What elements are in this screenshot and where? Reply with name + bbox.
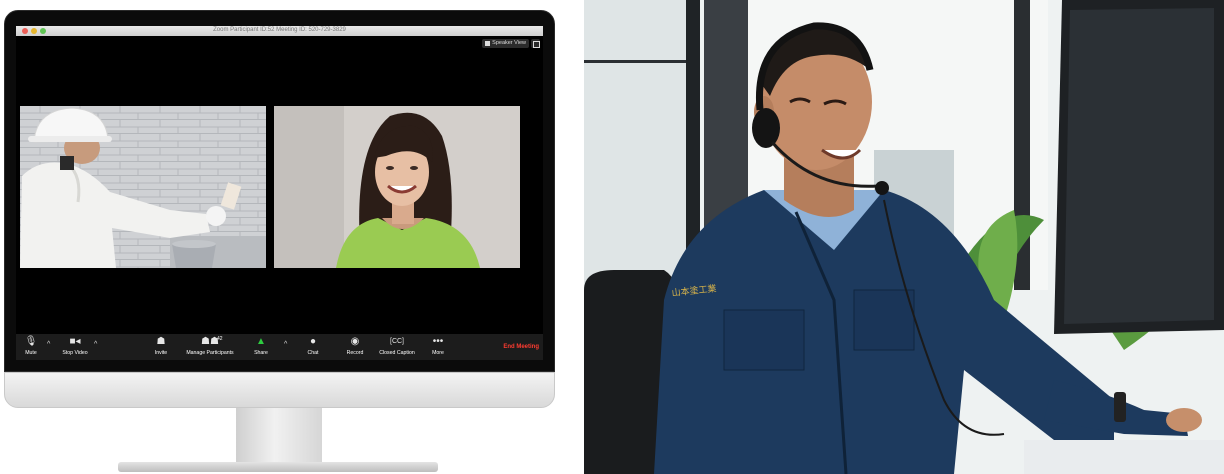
woman-video-frame (274, 106, 520, 268)
invite-label: Invite (154, 350, 168, 356)
participants-icon: ☗☗ (201, 336, 219, 347)
participant-video-tile[interactable] (274, 106, 520, 268)
end-meeting-button[interactable]: End Meeting (503, 344, 539, 350)
stop-video-label: Stop Video (62, 350, 88, 356)
share-label: Share (254, 350, 268, 356)
desktop-monitor: Zoom Participant ID:52 Meeting ID: 520-7… (0, 0, 560, 474)
mute-button[interactable]: 🎙︎ Mute (20, 336, 42, 356)
share-button[interactable]: ▲ Share (250, 336, 272, 356)
zoom-meeting-window: Zoom Participant ID:52 Meeting ID: 520-7… (16, 26, 543, 360)
man-with-headset-photo: 山本塗工業 (584, 0, 1224, 474)
monitor-chin (4, 372, 555, 408)
video-camera-icon: ■◂ (69, 336, 81, 347)
ellipsis-icon: ••• (432, 336, 444, 347)
grid-icon (485, 41, 491, 46)
chevron-up-icon[interactable]: ^ (284, 341, 287, 348)
manage-participants-label: Manage Participants (186, 350, 234, 356)
fullscreen-icon[interactable] (531, 39, 540, 48)
speaker-view-label: Speaker View (492, 40, 526, 46)
monitor-stand-foot (118, 462, 438, 472)
participant-video-tile[interactable] (20, 106, 266, 268)
more-button[interactable]: ••• More (428, 336, 448, 356)
add-person-icon: ☗ (156, 336, 166, 347)
participant-count: 42 (217, 336, 223, 342)
invite-button[interactable]: ☗ Invite (150, 336, 172, 356)
chat-bubble-icon: ● (309, 336, 317, 347)
manage-participants-button[interactable]: ☗☗ 42 Manage Participants (182, 336, 238, 356)
mute-label: Mute (25, 350, 37, 356)
chevron-up-icon[interactable]: ^ (47, 341, 50, 348)
monitor-stand-neck (236, 408, 322, 464)
meeting-controls-toolbar: 🎙︎ Mute ^ ■◂ Stop Video ^ ☗ Invite ☗☗ 42… (16, 334, 543, 360)
cc-icon: [CC] (390, 338, 404, 345)
microphone-icon: 🎙︎ (24, 336, 38, 347)
speaker-view-button[interactable]: Speaker View (482, 39, 529, 48)
composite-image: Zoom Participant ID:52 Meeting ID: 520-7… (0, 0, 1224, 474)
share-screen-icon: ▲ (256, 336, 266, 347)
record-icon: ◉ (350, 336, 360, 347)
chat-button[interactable]: ● Chat (302, 336, 324, 356)
painter-video-frame (20, 106, 266, 268)
stop-video-button[interactable]: ■◂ Stop Video (58, 336, 92, 356)
office-photo: 山本塗工業 (584, 0, 1224, 474)
closed-caption-button[interactable]: [CC] Closed Caption (374, 336, 420, 356)
chevron-up-icon[interactable]: ^ (94, 341, 97, 348)
chat-label: Chat (307, 350, 319, 356)
record-button[interactable]: ◉ Record (342, 336, 368, 356)
closed-caption-label: Closed Caption (379, 350, 415, 356)
window-title: Zoom Participant ID:52 Meeting ID: 520-7… (213, 27, 346, 33)
window-titlebar: Zoom Participant ID:52 Meeting ID: 520-7… (16, 26, 543, 36)
more-label: More (432, 350, 444, 356)
record-label: Record (346, 350, 364, 356)
